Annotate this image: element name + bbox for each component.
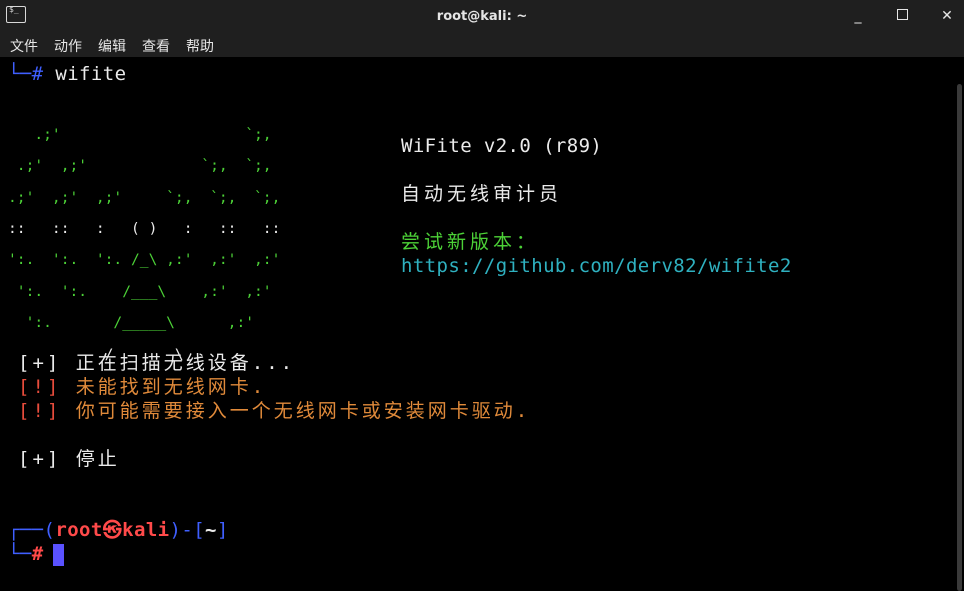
prompt-at-icon: ㉿	[102, 519, 123, 541]
error-tag: [!]	[18, 376, 62, 398]
prompt-corner-top: ┌──	[8, 519, 44, 541]
scrollbar[interactable]	[957, 84, 962, 591]
banner-subtitle: 自动无线审计员	[401, 183, 563, 205]
wifi-ascii-art: .;' `;, .;' ,;' `;, `;, .;' ,;' ,;' `;, …	[8, 111, 307, 378]
info-tag: [+]	[18, 352, 62, 374]
info-tag: [+]	[18, 448, 62, 470]
menu-view[interactable]: 查看	[142, 36, 170, 56]
prompt-dir-open: [	[193, 519, 206, 541]
prompt-hash: #	[31, 543, 44, 565]
previous-command-line: └─# wifite	[8, 63, 126, 85]
prompt-host: kali	[122, 519, 170, 541]
prompt-paren-open: (	[43, 519, 56, 541]
ascii-art-line: :: :: : ( ) : :: ::	[8, 219, 298, 237]
message-text: 正在扫描无线设备...	[75, 352, 296, 374]
banner-name: WiFite v2.0 (r89)	[401, 135, 603, 157]
banner-try-label: 尝试新版本：	[401, 231, 540, 253]
ascii-art-line: .;' `;,	[8, 125, 307, 143]
prompt-paren-close: )	[169, 519, 182, 541]
previous-command: wifite	[55, 63, 127, 85]
ascii-art-line: ':. ':. ':. /_\ ,:' ,:' ,:'	[8, 251, 298, 269]
message-text: 你可能需要接入一个无线网卡或安装网卡驱动.	[75, 400, 531, 422]
banner-url[interactable]: https://github.com/derv82/wifite2	[401, 255, 792, 277]
title-bar: $_ root@kali: ~ _ ✕	[0, 0, 964, 33]
maximize-icon	[896, 9, 908, 20]
message-text: 未能找到无线网卡.	[75, 376, 267, 398]
menu-help[interactable]: 帮助	[186, 36, 214, 56]
ascii-art-line: .;' ,;' ,;' `;, `;, `;,	[8, 188, 298, 206]
maximize-button[interactable]	[889, 3, 915, 29]
message-line: [+] 停止	[18, 448, 120, 470]
ascii-art-line: ':. ':. /___\ ,:' ,:'	[8, 282, 298, 300]
message-text: 停止	[75, 448, 120, 470]
error-tag: [!]	[18, 400, 62, 422]
prompt-dir: ~	[205, 519, 217, 541]
message-line: [+] 正在扫描无线设备...	[18, 352, 295, 374]
ascii-art-line: .;' ,;' `;, `;,	[8, 157, 298, 175]
prompt-dir-close: ]	[216, 519, 229, 541]
menu-bar: 文件 动作 编辑 查看 帮助	[0, 33, 964, 57]
prompt-corner: └─#	[8, 63, 44, 85]
window-title: root@kali: ~	[436, 9, 528, 24]
close-icon: ✕	[941, 8, 953, 24]
prompt-corner-bottom: └─	[8, 543, 32, 565]
menu-edit[interactable]: 编辑	[98, 36, 126, 56]
prompt-line-top: ┌──(root㉿kali)-[~]	[8, 519, 229, 541]
close-button[interactable]: ✕	[934, 3, 960, 29]
message-line: [!] 你可能需要接入一个无线网卡或安装网卡驱动.	[18, 400, 530, 422]
prompt-line-bottom: └─#	[8, 543, 44, 565]
ascii-art-line: ':. /_____\ ,:'	[8, 314, 298, 332]
message-line: [!] 未能找到无线网卡.	[18, 376, 266, 398]
prompt-separator: -	[181, 519, 194, 541]
minimize-button[interactable]: _	[845, 3, 871, 29]
text-cursor[interactable]	[53, 544, 64, 566]
menu-actions[interactable]: 动作	[54, 36, 82, 56]
minimize-icon: _	[854, 8, 862, 24]
prompt-user: root	[55, 519, 103, 541]
menu-file[interactable]: 文件	[10, 36, 38, 56]
